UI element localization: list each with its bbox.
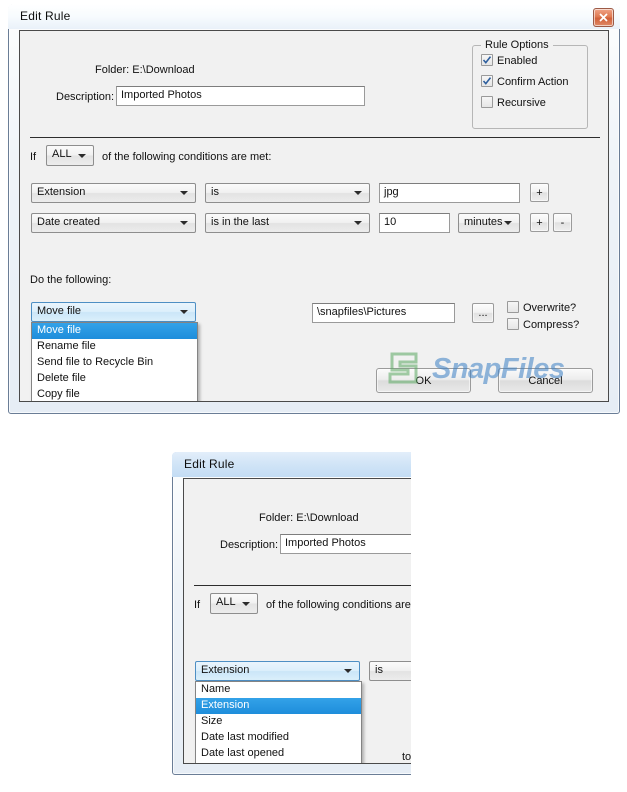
condition-value-input-2[interactable]: 10 [379, 213, 450, 233]
folder-label: Folder: E:\Download [259, 512, 359, 524]
checkbox-box [481, 54, 493, 66]
chevron-down-icon [180, 310, 188, 314]
action-type-dropdown-list[interactable]: Move file Rename file Send file to Recyc… [31, 322, 198, 401]
cancel-button[interactable]: Cancel [498, 368, 593, 393]
checkbox-label: Confirm Action [497, 76, 569, 88]
window-title: Edit Rule [184, 457, 235, 471]
dropdown-option-4[interactable]: Date last opened [196, 746, 361, 762]
checkbox-box [507, 318, 519, 330]
chevron-down-icon [344, 669, 352, 673]
conditions-suffix-label: of the following conditions are met: [102, 151, 272, 163]
condition-value-input-1[interactable]: jpg [379, 183, 520, 203]
to-folder-label: to folder [402, 751, 411, 763]
condition-operator-combo-1[interactable]: is [205, 183, 370, 203]
description-input[interactable]: Imported Photos [280, 534, 411, 554]
chevron-down-icon [78, 153, 86, 158]
condition-operator-value-1: is [375, 664, 383, 676]
action-type-combo[interactable]: Move file [31, 302, 196, 322]
checkbox-label: Recursive [497, 97, 546, 109]
dropdown-option-1[interactable]: Extension [196, 698, 361, 714]
edit-rule-dialog-secondary: Edit Rule Folder: E:\Download Descriptio… [172, 452, 411, 775]
dropdown-option-2[interactable]: Size [196, 714, 361, 730]
if-label: If [30, 151, 37, 163]
add-condition-button-2[interactable]: + [530, 213, 549, 232]
action-target-input[interactable]: \snapfiles\Pictures [312, 303, 455, 323]
match-type-value: ALL [216, 596, 236, 608]
folder-label: Folder: E:\Download [95, 64, 195, 76]
checkbox-compress[interactable]: Compress? [507, 318, 579, 331]
description-label: Description: [56, 91, 115, 103]
dialog-client-area: Folder: E:\Download Description: Importe… [19, 30, 609, 402]
condition-field-combo-1[interactable]: Extension [195, 661, 360, 681]
conditions-suffix-label: of the following conditions are met: [266, 599, 411, 611]
checkbox-box [481, 96, 493, 108]
remove-condition-button-2[interactable]: - [553, 213, 572, 232]
section-divider [30, 137, 600, 138]
dropdown-option-5[interactable]: Date created [196, 762, 361, 763]
match-type-value: ALL [52, 148, 72, 160]
edit-rule-dialog: Edit Rule Folder: E:\Download Descriptio… [8, 4, 620, 414]
dropdown-option-1[interactable]: Rename file [32, 339, 197, 355]
dialog-client-area: Folder: E:\Download Description: Importe… [183, 478, 411, 764]
dropdown-option-0[interactable]: Move file [32, 323, 197, 339]
chevron-down-icon [354, 221, 362, 225]
checkbox-box [507, 301, 519, 313]
condition-field-dropdown-list[interactable]: Name Extension Size Date last modified D… [195, 681, 362, 763]
checkbox-enabled[interactable]: Enabled [481, 54, 537, 67]
browse-folder-button[interactable]: ... [472, 303, 494, 323]
checkbox-recursive[interactable]: Recursive [481, 96, 546, 109]
chevron-down-icon [180, 221, 188, 225]
condition-unit-combo-2[interactable]: minutes [458, 213, 520, 233]
chevron-down-icon [242, 601, 250, 606]
match-type-combo[interactable]: ALL [46, 145, 94, 166]
condition-field-combo-1[interactable]: Extension [31, 183, 196, 203]
checkbox-label: Enabled [497, 55, 538, 67]
condition-unit-value-2: minutes [464, 216, 503, 228]
dropdown-option-3[interactable]: Date last modified [196, 730, 361, 746]
description-input[interactable]: Imported Photos [116, 86, 365, 106]
condition-operator-combo-2[interactable]: is in the last [205, 213, 370, 233]
checkbox-label: Compress? [523, 319, 580, 331]
dropdown-option-2[interactable]: Send file to Recycle Bin [32, 355, 197, 371]
dropdown-option-4[interactable]: Copy file [32, 387, 197, 401]
condition-field-value-1: Extension [37, 186, 86, 198]
title-bar[interactable]: Edit Rule [8, 4, 620, 29]
action-heading: Do the following: [30, 274, 112, 286]
checkbox-confirm-action[interactable]: Confirm Action [481, 75, 569, 88]
window-title: Edit Rule [20, 9, 71, 23]
add-condition-button-1[interactable]: + [530, 183, 549, 202]
rule-options-legend: Rule Options [481, 39, 553, 51]
checkbox-box [481, 75, 493, 87]
title-bar[interactable]: Edit Rule [172, 452, 411, 477]
condition-operator-combo-1[interactable]: is [369, 661, 411, 681]
dropdown-option-3[interactable]: Delete file [32, 371, 197, 387]
description-label: Description: [220, 539, 279, 551]
condition-field-value-2: Date created [37, 216, 100, 228]
condition-field-value-1: Extension [201, 664, 250, 676]
checkbox-label: Overwrite? [523, 302, 577, 314]
action-type-value: Move file [37, 305, 82, 317]
condition-operator-value-1: is [211, 186, 219, 198]
condition-operator-value-2: is in the last [211, 216, 270, 228]
ok-button[interactable]: OK [376, 368, 471, 393]
checkbox-overwrite[interactable]: Overwrite? [507, 301, 576, 314]
dropdown-option-0[interactable]: Name [196, 682, 361, 698]
close-icon[interactable] [593, 8, 614, 27]
condition-field-combo-2[interactable]: Date created [31, 213, 196, 233]
if-label: If [194, 599, 201, 611]
edit-rule-dialog-secondary-clip: Edit Rule Folder: E:\Download Descriptio… [172, 452, 411, 778]
chevron-down-icon [180, 191, 188, 195]
match-type-combo[interactable]: ALL [210, 593, 258, 614]
chevron-down-icon [504, 221, 512, 225]
section-divider [194, 585, 411, 586]
chevron-down-icon [354, 191, 362, 195]
